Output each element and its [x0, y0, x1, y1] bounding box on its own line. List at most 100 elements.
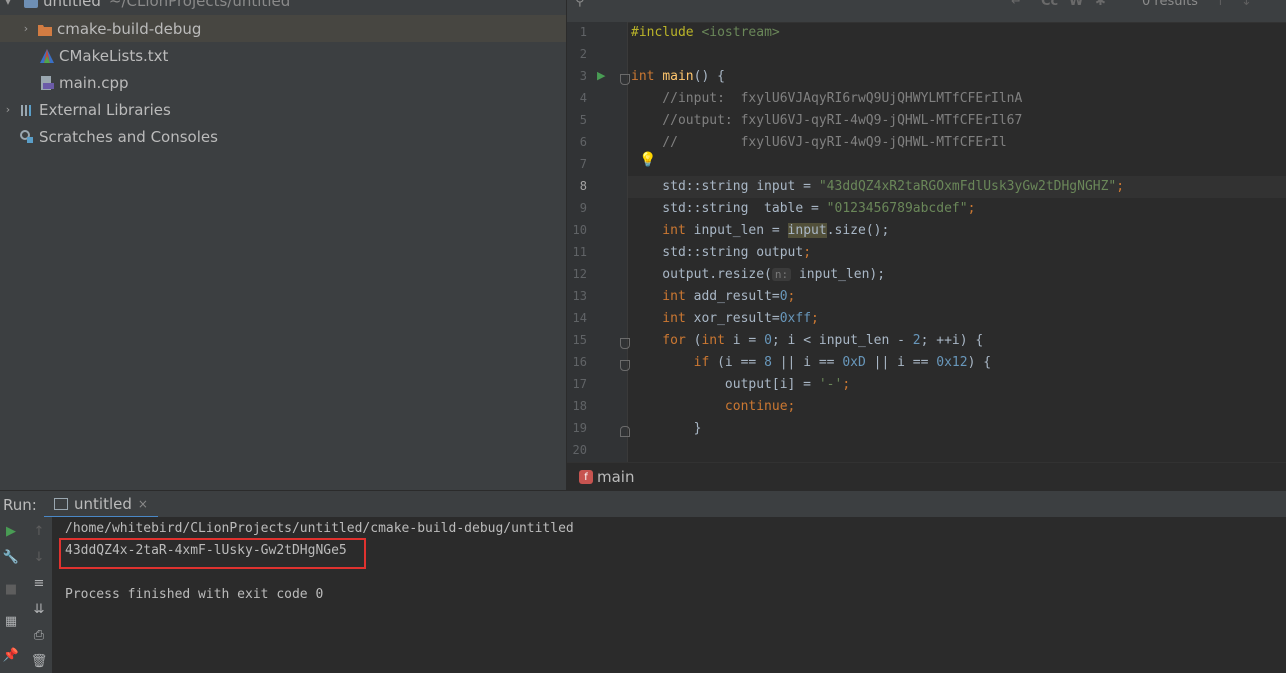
folder-icon — [38, 22, 52, 36]
line-number: 3 — [579, 69, 587, 83]
search-icon[interactable]: ⚲ — [575, 0, 585, 9]
tree-item-cmakelists[interactable]: CMakeLists.txt — [0, 42, 566, 69]
rerun-icon[interactable]: ▶ — [3, 523, 19, 539]
line-number: 11 — [572, 245, 587, 259]
code-line-19[interactable]: } — [631, 418, 702, 440]
code-token: input_len = — [693, 223, 788, 238]
run-gutter-icon[interactable]: ▶ — [597, 69, 605, 82]
code-token: i = — [732, 333, 765, 348]
chevron-right-icon[interactable]: › — [20, 22, 32, 35]
run-tool-window-header: Run: untitled × — [0, 490, 1286, 519]
code-token: <iostream> — [701, 25, 780, 40]
code-line-11[interactable]: std::string output; — [631, 242, 811, 264]
stop-icon[interactable]: ■ — [3, 581, 19, 597]
tree-item-main-cpp[interactable]: main.cpp — [0, 69, 566, 96]
code-line-6[interactable]: // fxylU6VJ-qyRI-4wQ9-jQHWL-MTfCFErIl — [631, 132, 1006, 154]
line-number: 10 — [572, 223, 587, 237]
scroll-to-end-icon[interactable]: ⇊ — [31, 601, 47, 617]
code-line-16[interactable]: if (i == 8 || i == 0xD || i == 0x12) { — [631, 352, 991, 374]
trash-icon[interactable]: 🗑 — [31, 653, 48, 669]
tree-item-label: main.cpp — [59, 73, 129, 92]
run-toolbar-primary: ▶ 🔧 ■ ▦ 📌 — [0, 517, 26, 673]
line-number: 19 — [572, 421, 587, 435]
code-token: ; i < input_len - — [771, 333, 913, 348]
code-line-12[interactable]: output.resize(n: input_len); — [631, 264, 885, 286]
code-token: main — [662, 69, 694, 84]
line-number: 9 — [579, 201, 587, 215]
code-line-4[interactable]: //input: fxylU6VJAqyRI6rwQ9UjQHWYLMTfCFE… — [631, 88, 1022, 110]
wrench-icon[interactable]: 🔧 — [3, 549, 19, 565]
code-token: ) { — [967, 355, 992, 370]
code-line-10[interactable]: int input_len = input.size(); — [631, 220, 889, 242]
code-line-1[interactable]: #include <iostream> — [631, 22, 780, 44]
fold-marker-icon[interactable] — [620, 74, 630, 85]
code-token: xor_result= — [693, 311, 780, 326]
soft-wrap-icon[interactable]: ≡ — [31, 575, 47, 591]
previous-occurrence-icon[interactable]: ↑ — [1215, 0, 1226, 9]
code-line-14[interactable]: int xor_result=0xff; — [631, 308, 819, 330]
line-number: 17 — [572, 377, 587, 391]
tree-root-label: untitled — [43, 0, 101, 10]
code-token: ; — [967, 201, 976, 216]
tree-root-row[interactable]: ▾ untitled ~/CLionProjects/untitled — [0, 0, 566, 12]
tree-item-scratches[interactable]: Scratches and Consoles — [0, 123, 566, 150]
match-case-toggle[interactable]: Cc — [1041, 0, 1058, 9]
tree-root-path: ~/CLionProjects/untitled — [108, 0, 291, 10]
code-token: if — [631, 355, 718, 370]
lightbulb-icon[interactable]: 💡 — [639, 152, 656, 168]
line-number: 20 — [572, 443, 587, 457]
line-number: 12 — [572, 267, 587, 281]
line-number: 7 — [579, 157, 587, 171]
code-token: "43ddQZ4xR2taRGOxmFdlUsk3yGw2tDHgNGHZ" — [818, 179, 1117, 194]
arrow-up-icon[interactable]: ↑ — [31, 523, 47, 539]
code-line-17[interactable]: output[i] = '-'; — [631, 374, 850, 396]
run-tab-untitled[interactable]: untitled × — [44, 491, 158, 519]
code-token: continue — [631, 399, 788, 414]
code-token: input — [787, 223, 827, 238]
pin-icon[interactable]: 📌 — [3, 647, 19, 663]
run-title: Run: — [3, 495, 37, 514]
chevron-right-icon[interactable]: › — [2, 103, 14, 116]
code-token: ; — [803, 245, 812, 260]
fold-marker-icon[interactable] — [620, 338, 630, 349]
line-number: 6 — [579, 135, 587, 149]
arrow-down-icon[interactable]: ↓ — [31, 549, 47, 565]
code-line-5[interactable]: //output: fxylU6VJ-qyRI-4wQ9-jQHWL-MTfCF… — [631, 110, 1022, 132]
chevron-down-icon[interactable]: ▾ — [2, 0, 14, 8]
run-console[interactable]: /home/whitebird/CLionProjects/untitled/c… — [53, 517, 1286, 673]
code-token: 0xff — [779, 311, 812, 326]
find-bar: ⚲ ↵ Cc W ✱ 0 results ↑ ↓ — [567, 0, 1286, 23]
code-line-9[interactable]: std::string table = "0123456789abcdef"; — [631, 198, 975, 220]
tree-item-cmake-build-debug[interactable]: › cmake-build-debug — [0, 15, 566, 42]
code-token: int — [701, 333, 733, 348]
code-token: 0x12 — [936, 355, 968, 370]
fold-marker-icon[interactable] — [620, 426, 630, 437]
breadcrumb-item-main[interactable]: main — [597, 468, 634, 486]
module-folder-icon — [24, 0, 38, 8]
code-line-13[interactable]: int add_result=0; — [631, 286, 795, 308]
code-token: add_result= — [693, 289, 780, 304]
layout-icon[interactable]: ▦ — [3, 613, 19, 629]
code-token: input_len); — [791, 267, 886, 282]
print-icon[interactable]: ⎙ — [31, 627, 47, 643]
whole-word-toggle[interactable]: W — [1069, 0, 1083, 9]
undo-icon[interactable]: ↵ — [1011, 0, 1022, 9]
code-token: output.resize( — [631, 267, 772, 282]
code-token: int — [631, 69, 663, 84]
code-line-18[interactable]: continue; — [631, 396, 795, 418]
code-token: 8 — [764, 355, 772, 370]
fold-marker-icon[interactable] — [620, 360, 630, 371]
regex-icon[interactable]: ✱ — [1095, 0, 1106, 9]
code-token: ; — [1116, 179, 1125, 194]
function-badge-icon: f — [579, 470, 593, 484]
code-line-3[interactable]: int main() { — [631, 66, 725, 88]
tree-item-external-libraries[interactable]: › External Libraries — [0, 96, 566, 123]
code-token: int — [631, 289, 694, 304]
code-token: () { — [693, 69, 725, 84]
code-line-15[interactable]: for (int i = 0; i < input_len - 2; ++i) … — [631, 330, 983, 352]
code-editor[interactable]: ⚲ ↵ Cc W ✱ 0 results ↑ ↓ 1 2 3 4 5 6 7 8… — [567, 0, 1286, 462]
close-icon[interactable]: × — [138, 497, 148, 511]
code-line-8[interactable]: std::string input = "43ddQZ4xR2taRGOxmFd… — [631, 176, 1124, 198]
next-occurrence-icon[interactable]: ↓ — [1241, 0, 1252, 9]
code-token: 2 — [912, 333, 921, 348]
